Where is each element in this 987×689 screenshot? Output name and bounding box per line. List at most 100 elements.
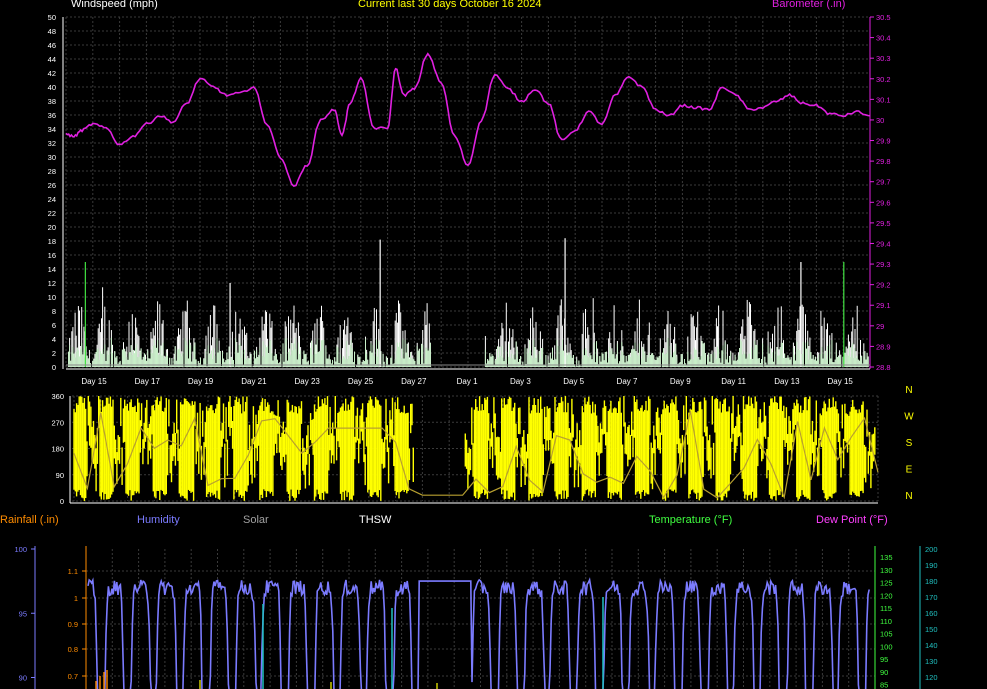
wind-avg-bar — [414, 361, 416, 367]
wind-avg-bar — [81, 343, 83, 367]
day-tick-label: Day 11 — [721, 377, 746, 386]
wind-avg-bar — [517, 361, 519, 367]
temperature-tick-label: 95 — [880, 655, 888, 664]
wind-avg-bar — [356, 365, 358, 367]
day-tick-label: Day 15 — [81, 377, 107, 386]
wind-avg-bar — [600, 361, 602, 367]
wind-avg-bar — [530, 350, 531, 367]
wind-avg-bar — [138, 357, 140, 367]
wind-avg-bar — [200, 357, 201, 367]
barometer-tick-label: 29 — [876, 322, 884, 331]
thsw-tick-label: 170 — [925, 593, 938, 602]
direction-tick-label: 90 — [56, 471, 64, 480]
wind-avg-bar — [257, 357, 259, 367]
direction-tick-label: 270 — [51, 418, 64, 427]
humidity-tick-label: 90 — [19, 674, 27, 683]
wind-avg-bar — [754, 340, 756, 367]
wind-avg-bar — [836, 357, 838, 367]
wind-avg-bar — [247, 357, 249, 367]
wind-avg-bar — [781, 342, 783, 367]
wind-avg-bar — [532, 358, 534, 367]
thsw-tick-label: 150 — [925, 625, 938, 634]
wind-avg-bar — [102, 348, 104, 367]
wind-avg-bar — [358, 358, 360, 367]
wind-avg-bar — [241, 350, 243, 367]
wind-avg-bar — [323, 340, 325, 367]
wind-tick-label: 38 — [48, 97, 56, 106]
wind-avg-bar — [321, 340, 322, 367]
wind-avg-bar — [698, 357, 700, 367]
wind-avg-bar — [593, 342, 595, 367]
wind-avg-bar — [792, 348, 794, 367]
wind-avg-bar — [791, 365, 793, 367]
day-tick-label: Day 7 — [617, 377, 638, 386]
wind-avg-bar — [334, 357, 336, 367]
wind-avg-bar — [769, 347, 771, 367]
rain-tick-label: 1 — [74, 594, 78, 603]
wind-avg-bar — [675, 343, 677, 367]
wind-avg-bar — [360, 365, 362, 367]
wind-avg-bar — [515, 341, 517, 367]
wind-avg-bar — [692, 359, 694, 367]
humidity-tick-label: 100 — [14, 545, 27, 554]
wind-avg-bar — [411, 358, 413, 367]
wind-avg-bar — [835, 349, 837, 367]
wind-avg-bar — [240, 357, 242, 367]
wind-avg-bar — [493, 365, 495, 367]
barometer-tick-label: 30.2 — [876, 75, 891, 84]
wind-avg-bar — [807, 341, 809, 367]
wind-avg-bar — [808, 359, 810, 367]
day-tick-label: Day 13 — [774, 377, 800, 386]
wind-avg-bar — [413, 359, 415, 367]
wind-avg-bar — [860, 357, 861, 367]
barometer-tick-label: 30.5 — [876, 13, 891, 22]
wind-avg-bar — [484, 349, 486, 367]
rain-tick-label: 0.9 — [68, 620, 78, 629]
wind-avg-bar — [829, 344, 831, 367]
barometer-tick-label: 29.4 — [876, 239, 891, 248]
wind-tick-label: 24 — [48, 195, 56, 204]
wind-avg-bar — [789, 359, 791, 367]
wind-avg-bar — [845, 346, 847, 367]
wind-avg-bar — [701, 340, 703, 367]
wind-avg-bar — [83, 347, 85, 367]
wind-avg-bar — [207, 345, 209, 367]
wind-avg-bar — [805, 342, 806, 367]
wind-avg-bar — [575, 366, 577, 367]
wind-avg-bar — [786, 357, 788, 367]
wind-avg-bar — [850, 357, 852, 367]
wind-avg-bar — [204, 358, 206, 367]
wind-avg-bar — [811, 358, 813, 367]
wind-avg-bar — [196, 366, 198, 367]
wind-avg-bar — [249, 359, 251, 367]
barometer-tick-label: 29.1 — [876, 301, 891, 310]
wind-avg-bar — [816, 360, 817, 367]
wind-avg-bar — [702, 343, 704, 367]
wind-avg-bar — [297, 342, 299, 367]
direction-tick-label: 360 — [51, 392, 64, 401]
thsw-tick-label: 120 — [925, 673, 938, 682]
wind-avg-bar — [141, 359, 143, 367]
wind-avg-bar — [803, 365, 805, 367]
wind-avg-bar — [190, 344, 192, 367]
wind-avg-bar — [365, 338, 366, 367]
wind-avg-bar — [228, 346, 230, 367]
wind-avg-bar — [718, 349, 720, 367]
wind-avg-bar — [146, 360, 148, 367]
day-tick-label: Day 23 — [295, 377, 321, 386]
wind-avg-bar — [854, 348, 856, 367]
wind-avg-bar — [168, 366, 170, 367]
wind-avg-bar — [619, 361, 621, 367]
wind-avg-bar — [394, 359, 396, 367]
wind-avg-bar — [669, 345, 671, 367]
wind-tick-label: 50 — [48, 13, 56, 22]
wind-avg-bar — [762, 343, 764, 367]
wind-avg-bar — [178, 349, 179, 367]
wind-avg-bar — [160, 345, 162, 367]
wind-avg-bar — [580, 366, 582, 367]
wind-avg-bar — [608, 357, 610, 367]
day-tick-label: Day 27 — [401, 377, 427, 386]
wind-avg-bar — [80, 348, 82, 367]
wind-avg-bar — [349, 344, 351, 367]
wind-avg-bar — [184, 338, 186, 367]
